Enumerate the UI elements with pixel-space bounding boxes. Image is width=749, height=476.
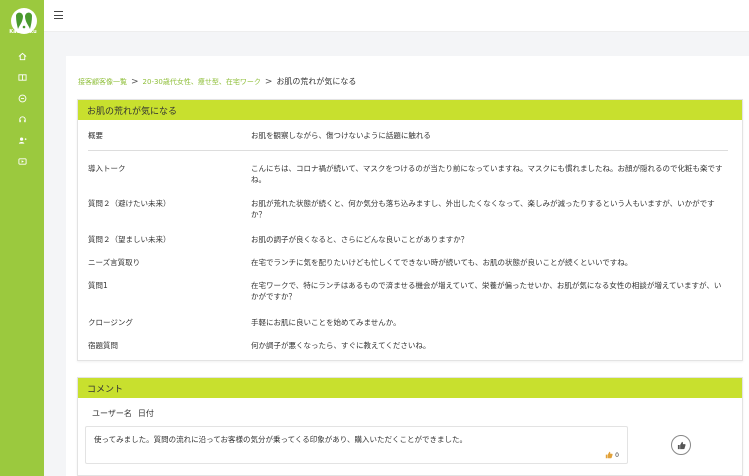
comment-user-label: ユーザー名 <box>92 409 132 418</box>
comment-item: 使ってみました。質問の流れに沿ってお客様の気分が乗ってくる印象があり、購入いただ… <box>85 426 628 464</box>
row-value: 手軽にお肌に良いことを始めてみませんか。 <box>251 318 401 327</box>
user-add-icon <box>18 137 27 144</box>
chat-icon <box>18 94 26 103</box>
home-icon <box>18 52 26 61</box>
comment-card: コメント ユーザー名 日付 使ってみました。質問の流れに沿ってお客様の気分が乗っ… <box>77 377 743 476</box>
breadcrumb-current: お肌の荒れが気になる <box>276 77 357 86</box>
row-divider <box>88 150 728 151</box>
row-label: 導入トーク <box>88 164 126 173</box>
sidebar-item-chat[interactable] <box>0 88 44 109</box>
sidebar-item-video[interactable] <box>0 151 44 172</box>
comment-date-label: 日付 <box>137 409 154 418</box>
breadcrumb-link-list[interactable]: 接客顧客像一覧 <box>78 77 127 87</box>
row-label: 質問２（避けたい未来） <box>88 199 171 208</box>
breadcrumb-separator-icon: > <box>264 76 273 87</box>
menu-icon[interactable] <box>54 11 63 19</box>
row-label: ニーズ言質取り <box>88 258 141 267</box>
book-icon <box>17 74 27 81</box>
logo-text: Kachikiku <box>9 29 37 35</box>
row-value: お肌の調子が良くなると、さらにどんな良いことがありますか？ <box>251 235 469 244</box>
headset-icon <box>18 116 26 123</box>
row-label: 質問1 <box>88 281 108 290</box>
like-count: 0 <box>605 451 619 459</box>
row-value: お肌を観察しながら、傷つけないように話題に触れる <box>251 131 431 140</box>
row-value: 何か調子が悪くなったら、すぐに教えてくださいね。 <box>251 341 431 350</box>
thumbs-up-icon <box>605 451 613 459</box>
row-value: 在宅でランチに気を配りたいけども忙しくてできない時が続いても、お肌の状態が良いこ… <box>251 258 633 267</box>
sidebar: Kachikiku <box>0 0 44 476</box>
row-label: 宿題質問 <box>88 341 118 350</box>
row-label: 質問２（望ましい未来） <box>88 235 171 244</box>
topic-card: お肌の荒れが気になる 概要 お肌を観察しながら、傷つけないように話題に触れる 導… <box>77 99 743 361</box>
sidebar-item-home[interactable] <box>0 46 44 67</box>
row-label: クロージング <box>88 318 133 327</box>
breadcrumb-separator-icon: > <box>131 76 139 87</box>
like-button[interactable] <box>671 435 691 455</box>
comment-card-title: コメント <box>78 378 742 398</box>
row-value: こんにちは、コロナ禍が続いて、マスクをつけるのが当たり前になっていますね。マスク… <box>251 164 723 184</box>
comment-text: 使ってみました。質問の流れに沿ってお客様の気分が乗ってくる印象があり、購入いただ… <box>94 435 467 444</box>
sidebar-item-user-add[interactable] <box>0 130 44 151</box>
top-bar <box>44 0 749 32</box>
comment-meta: ユーザー名 日付 <box>92 408 154 419</box>
breadcrumb-link-persona[interactable]: 20-30歳代女性、痩せ型、在宅ワーク <box>143 77 261 87</box>
row-label: 概要 <box>88 131 103 140</box>
topic-card-title: お肌の荒れが気になる <box>78 100 742 120</box>
sidebar-item-headset[interactable] <box>0 109 44 130</box>
like-count-value: 0 <box>615 451 619 459</box>
thumbs-up-icon <box>677 441 686 449</box>
row-value: 在宅ワークで、特にランチはあるもので済ませる機会が増えていて、栄養が偏ったせいか… <box>251 281 722 301</box>
video-icon <box>17 158 27 165</box>
sidebar-item-book[interactable] <box>0 67 44 88</box>
breadcrumb: 接客顧客像一覧 > 20-30歳代女性、痩せ型、在宅ワーク > お肌の荒れが気に… <box>78 76 356 87</box>
row-value: お肌が荒れた状態が続くと、何か気分も落ち込みますし、外出したくなくなって、楽しみ… <box>251 199 715 219</box>
